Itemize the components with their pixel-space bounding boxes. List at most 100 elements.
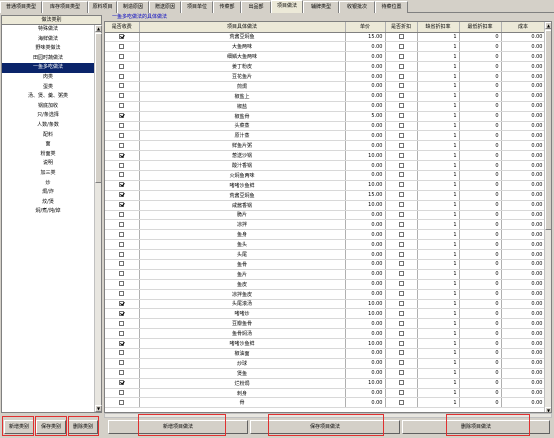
add-category-button[interactable]: 新增类别 bbox=[4, 420, 34, 434]
default-rate-cell[interactable]: 1 bbox=[417, 249, 460, 260]
price-cell[interactable]: 0.00 bbox=[345, 249, 386, 260]
charge-cell[interactable] bbox=[105, 180, 140, 191]
default-rate-cell[interactable]: 1 bbox=[417, 279, 460, 290]
price-cell[interactable]: 0.00 bbox=[345, 81, 386, 92]
default-rate-cell[interactable]: 1 bbox=[417, 121, 460, 132]
discount-checkbox[interactable] bbox=[398, 390, 404, 395]
column-header[interactable]: 是否收费 bbox=[105, 22, 140, 33]
method-name-cell[interactable]: 荒酱豆焖鱼 bbox=[139, 190, 346, 201]
price-cell[interactable]: 0.00 bbox=[345, 91, 386, 102]
cost-cell[interactable]: 0.00 bbox=[501, 388, 546, 399]
charge-checkbox[interactable] bbox=[119, 63, 125, 69]
category-item[interactable]: 面 bbox=[2, 140, 94, 150]
default-rate-cell[interactable]: 1 bbox=[417, 190, 460, 201]
method-name-cell[interactable]: 豆瓣鱼骨 bbox=[139, 318, 346, 330]
price-cell[interactable]: 0.00 bbox=[345, 259, 386, 270]
price-cell[interactable]: 0.00 bbox=[345, 41, 386, 53]
discount-checkbox[interactable] bbox=[398, 399, 404, 405]
tab-8[interactable]: 项目做法 bbox=[271, 0, 303, 13]
min-rate-cell[interactable]: 0 bbox=[459, 210, 502, 221]
tab-9[interactable]: 辅牌类型 bbox=[303, 1, 339, 13]
discount-checkbox[interactable] bbox=[398, 221, 404, 227]
discount-cell[interactable] bbox=[385, 368, 418, 379]
charge-checkbox[interactable] bbox=[119, 162, 125, 168]
default-rate-cell[interactable]: 1 bbox=[417, 41, 460, 53]
price-cell[interactable]: 0.00 bbox=[345, 170, 386, 181]
table-row[interactable]: 火焖鱼两味 0.00 1 0 0.00 bbox=[105, 170, 546, 181]
default-rate-cell[interactable]: 1 bbox=[417, 348, 460, 359]
table-row[interactable]: 头菜蒸 0.00 1 0 0.00 bbox=[105, 121, 546, 132]
cost-cell[interactable]: 0.00 bbox=[501, 249, 546, 260]
discount-cell[interactable] bbox=[385, 91, 418, 102]
min-rate-cell[interactable]: 0 bbox=[459, 388, 502, 399]
charge-cell[interactable] bbox=[105, 348, 140, 359]
default-rate-cell[interactable]: 1 bbox=[417, 130, 460, 142]
discount-checkbox[interactable] bbox=[398, 261, 404, 267]
column-header[interactable]: 是否折扣 bbox=[385, 22, 418, 33]
discount-cell[interactable] bbox=[385, 81, 418, 92]
discount-checkbox[interactable] bbox=[398, 231, 404, 237]
charge-checkbox[interactable] bbox=[119, 192, 125, 198]
charge-cell[interactable] bbox=[105, 111, 140, 122]
charge-cell[interactable] bbox=[105, 328, 140, 340]
method-name-cell[interactable]: 炒球 bbox=[139, 358, 346, 369]
discount-checkbox[interactable] bbox=[398, 300, 404, 306]
table-row[interactable]: 凉拌鱼皮 0.00 1 0 0.00 bbox=[105, 289, 546, 300]
charge-checkbox[interactable] bbox=[119, 221, 125, 227]
discount-cell[interactable] bbox=[385, 130, 418, 142]
method-name-cell[interactable]: 鱼片 bbox=[139, 269, 346, 280]
save-method-button[interactable]: 保存项目做法 bbox=[250, 420, 400, 434]
delete-category-button[interactable]: 删除类别 bbox=[68, 420, 98, 434]
cost-cell[interactable]: 0.00 bbox=[501, 190, 546, 201]
table-row[interactable]: 咸酱香锅 10.00 1 0 0.00 bbox=[105, 200, 546, 211]
cost-cell[interactable]: 0.00 bbox=[501, 32, 546, 43]
min-rate-cell[interactable]: 0 bbox=[459, 289, 502, 300]
min-rate-cell[interactable]: 0 bbox=[459, 180, 502, 191]
price-cell[interactable]: 0.00 bbox=[345, 140, 386, 152]
price-cell[interactable]: 0.00 bbox=[345, 229, 386, 241]
method-name-cell[interactable]: 咸酱香锅 bbox=[139, 200, 346, 211]
discount-cell[interactable] bbox=[385, 328, 418, 340]
charge-checkbox[interactable] bbox=[119, 370, 125, 376]
min-rate-cell[interactable]: 0 bbox=[459, 269, 502, 280]
discount-cell[interactable] bbox=[385, 101, 418, 112]
cost-cell[interactable]: 0.00 bbox=[501, 81, 546, 92]
charge-cell[interactable] bbox=[105, 259, 140, 270]
default-rate-cell[interactable]: 1 bbox=[417, 397, 460, 409]
cost-cell[interactable]: 0.00 bbox=[501, 210, 546, 221]
discount-cell[interactable] bbox=[385, 239, 418, 251]
charge-cell[interactable] bbox=[105, 388, 140, 399]
table-row[interactable]: 鱼骨 0.00 1 0 0.00 bbox=[105, 259, 546, 270]
charge-cell[interactable] bbox=[105, 210, 140, 221]
charge-checkbox[interactable] bbox=[119, 113, 125, 119]
discount-checkbox[interactable] bbox=[398, 63, 404, 69]
default-rate-cell[interactable]: 1 bbox=[417, 170, 460, 181]
price-cell[interactable]: 10.00 bbox=[345, 180, 386, 191]
discount-cell[interactable] bbox=[385, 259, 418, 270]
charge-cell[interactable] bbox=[105, 338, 140, 349]
discount-checkbox[interactable] bbox=[398, 53, 404, 59]
min-rate-cell[interactable]: 0 bbox=[459, 239, 502, 251]
charge-checkbox[interactable] bbox=[119, 330, 125, 336]
charge-cell[interactable] bbox=[105, 32, 140, 43]
charge-cell[interactable] bbox=[105, 91, 140, 102]
category-item[interactable]: 田园时蔬做法 bbox=[2, 54, 94, 64]
price-cell[interactable]: 0.00 bbox=[345, 239, 386, 251]
column-header[interactable]: 项目具体做法 bbox=[139, 22, 346, 33]
table-row[interactable]: 原汁蒸 0.00 1 0 0.00 bbox=[105, 130, 546, 142]
charge-checkbox[interactable] bbox=[119, 271, 125, 277]
min-rate-cell[interactable]: 0 bbox=[459, 279, 502, 290]
discount-checkbox[interactable] bbox=[398, 202, 404, 208]
charge-checkbox[interactable] bbox=[119, 350, 125, 356]
category-item[interactable]: 焖/煮/炖/焯 bbox=[2, 207, 94, 217]
cost-cell[interactable]: 0.00 bbox=[501, 289, 546, 300]
category-scrollbar[interactable]: ▲ ▼ bbox=[94, 25, 102, 412]
cost-cell[interactable]: 0.00 bbox=[501, 368, 546, 379]
table-row[interactable]: 葱送沙锅 10.00 1 0 0.00 bbox=[105, 150, 546, 162]
min-rate-cell[interactable]: 0 bbox=[459, 170, 502, 181]
charge-checkbox[interactable] bbox=[119, 300, 125, 306]
price-cell[interactable]: 0.00 bbox=[345, 51, 386, 63]
charge-cell[interactable] bbox=[105, 121, 140, 132]
default-rate-cell[interactable]: 1 bbox=[417, 91, 460, 102]
default-rate-cell[interactable]: 1 bbox=[417, 328, 460, 340]
